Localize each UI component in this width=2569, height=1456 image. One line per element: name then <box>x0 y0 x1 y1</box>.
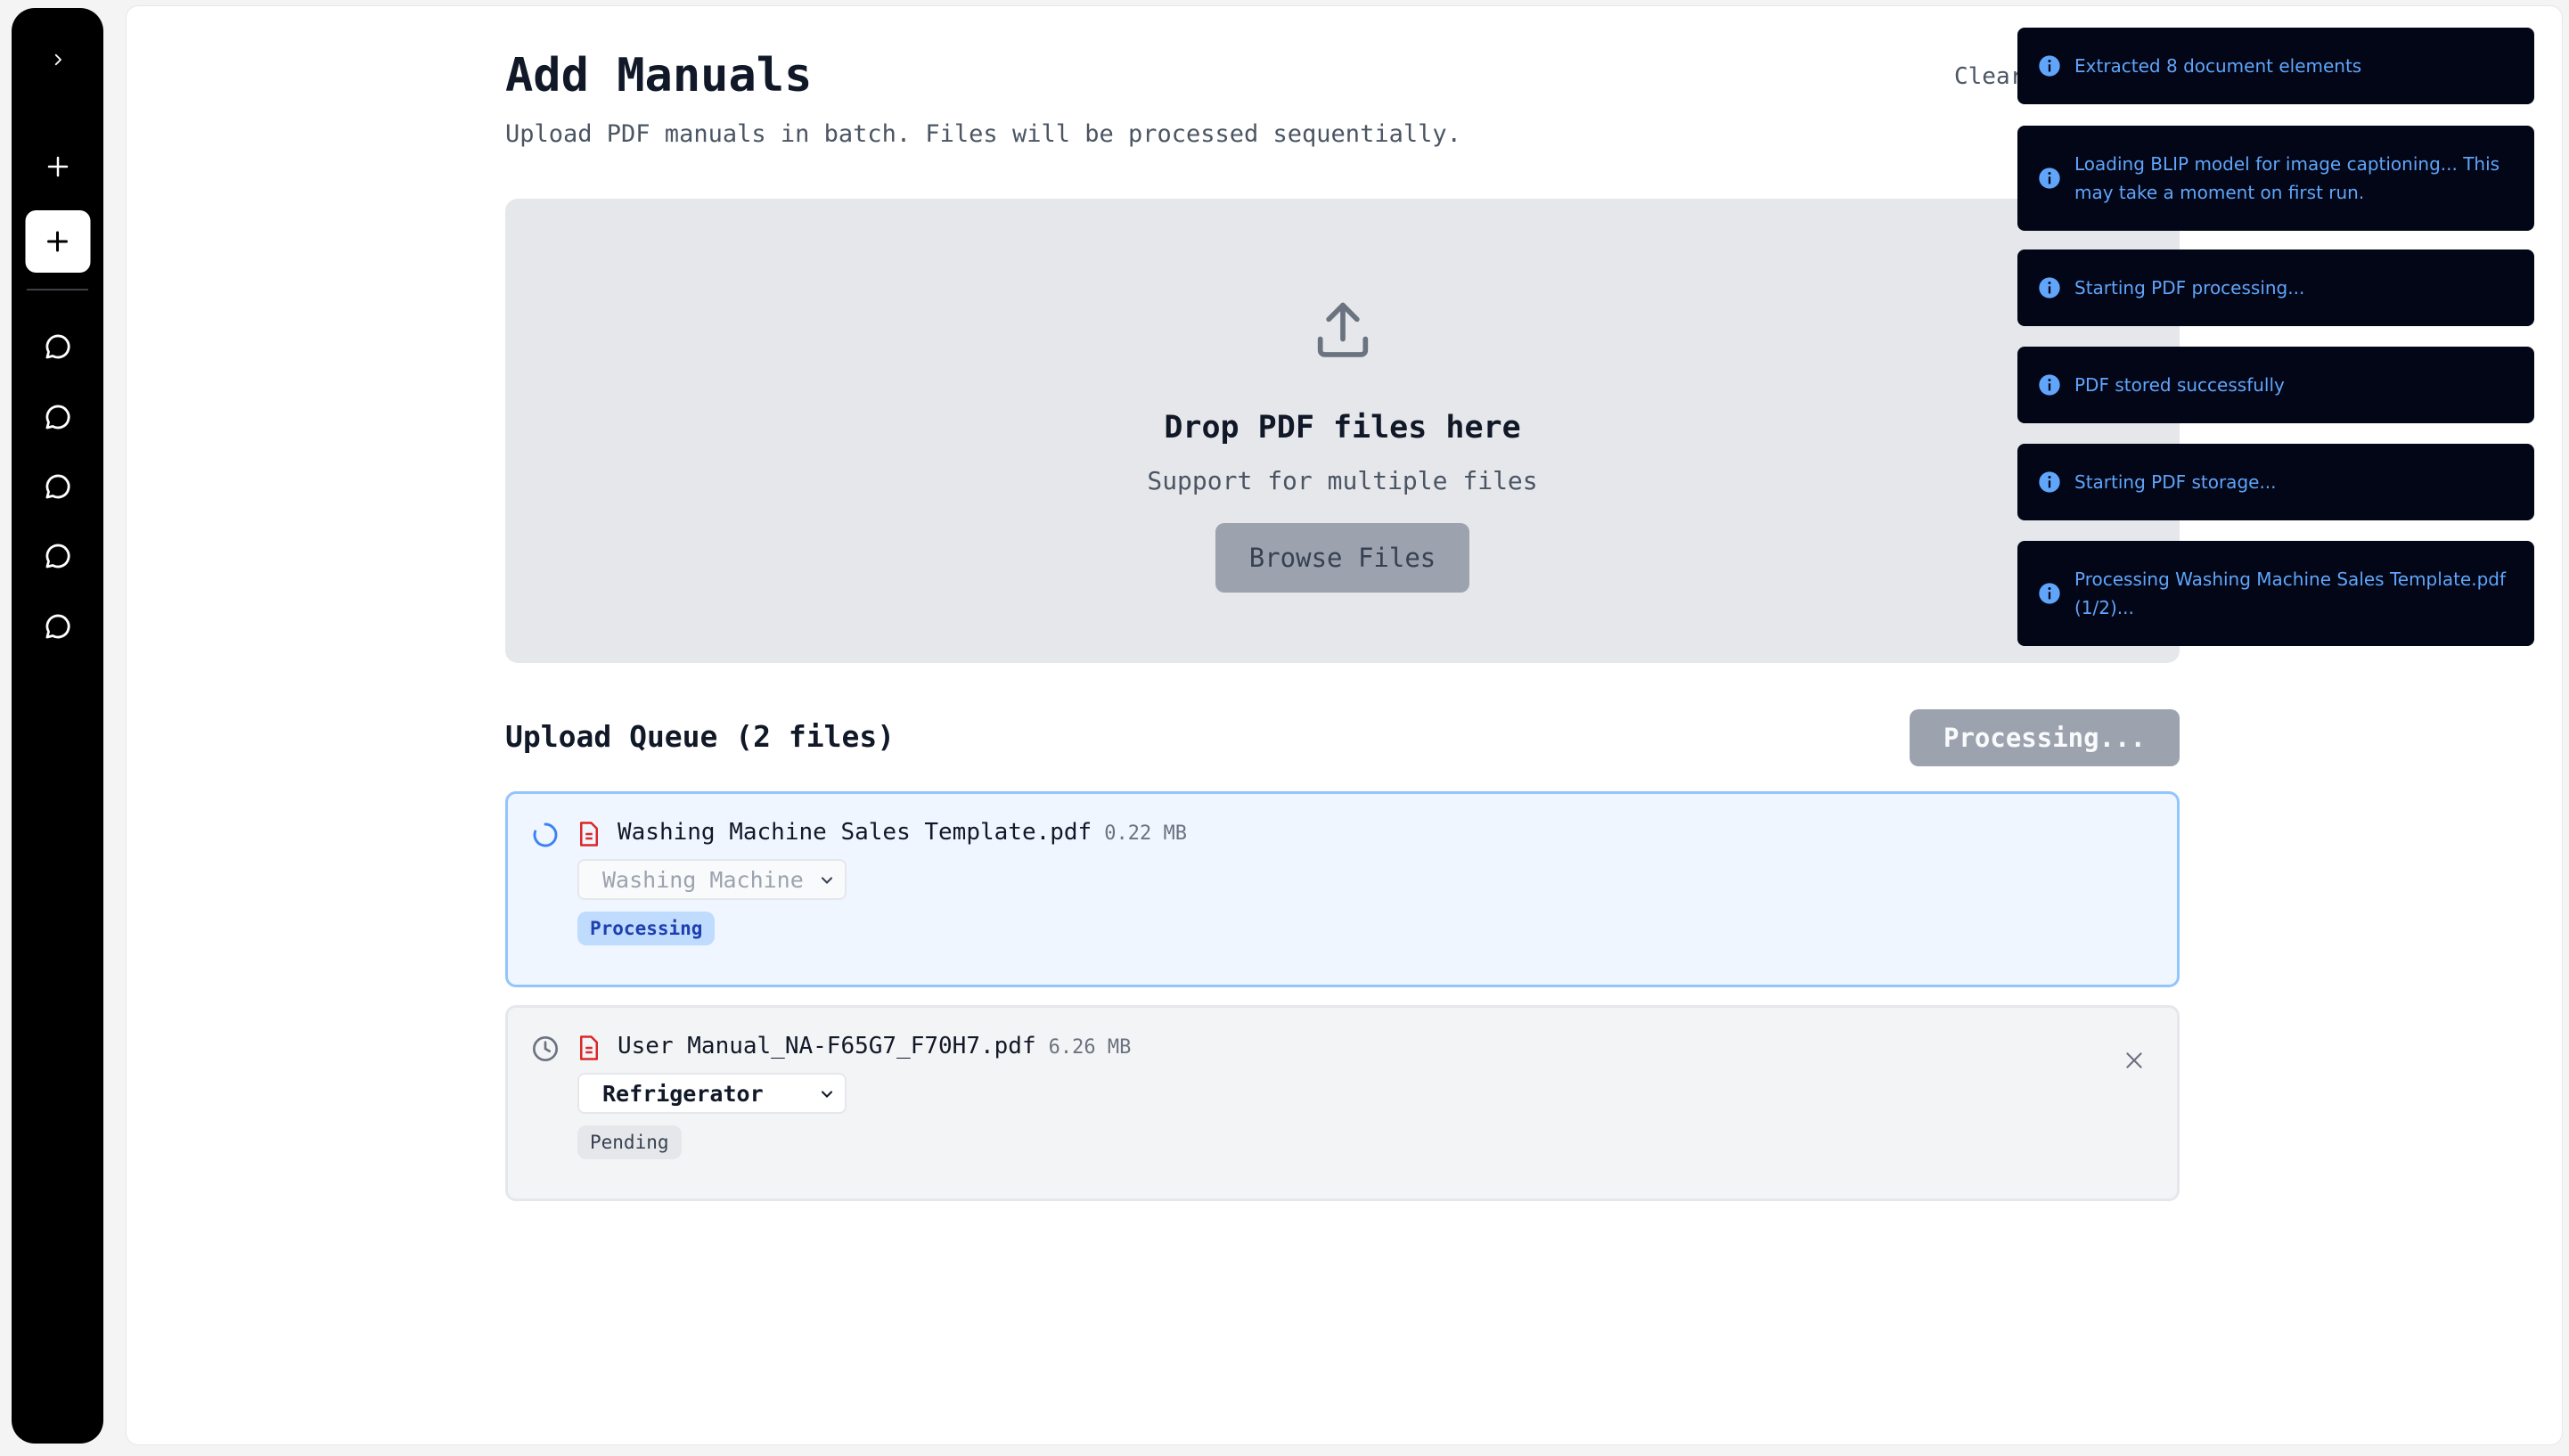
toast-notification: Starting PDF processing... <box>2017 249 2534 326</box>
queue-item: User Manual_NA-F65G7_F70H7.pdf 6.26 MB Re… <box>505 1005 2180 1201</box>
sidebar <box>12 8 103 1444</box>
sidebar-divider <box>27 289 88 290</box>
pdf-file-icon <box>580 1035 598 1060</box>
file-name: Washing Machine Sales Template.pdf 0.22 M… <box>618 819 1187 846</box>
file-dropzone[interactable]: Drop PDF files here Support for multiple… <box>505 199 2180 663</box>
page-subtitle: Upload PDF manuals in batch. Files will … <box>505 120 1461 148</box>
queue-item: Washing Machine Sales Template.pdf 0.22 M… <box>505 791 2180 987</box>
file-name: User Manual_NA-F65G7_F70H7.pdf 6.26 MB <box>618 1033 1131 1059</box>
remove-file-button[interactable] <box>2119 1045 2149 1076</box>
dropzone-subtitle: Support for multiple files <box>1147 466 1538 495</box>
process-button[interactable]: Processing... <box>1910 709 2180 766</box>
info-icon <box>2039 55 2060 77</box>
chat-bubble-icon <box>45 474 70 499</box>
toast-text: Loading BLIP model for image captioning.… <box>2074 153 2500 203</box>
close-icon <box>2126 1052 2142 1068</box>
chevron-down-icon <box>821 877 833 884</box>
chat-bubble-icon <box>45 405 70 429</box>
chat-bubble-icon <box>45 544 70 568</box>
sidebar-chat-item[interactable] <box>38 397 78 437</box>
sidebar-expand-button[interactable] <box>40 42 76 78</box>
spinner-icon <box>533 822 558 847</box>
toast-notification: Processing Washing Machine Sales Templat… <box>2017 541 2534 646</box>
category-value: Refrigerator <box>602 1080 764 1107</box>
page-title: Add Manuals <box>505 49 813 102</box>
sidebar-chat-item[interactable] <box>38 327 78 366</box>
plus-icon <box>47 156 68 177</box>
toast-notification: Starting PDF storage... <box>2017 444 2534 520</box>
info-icon <box>2039 374 2060 396</box>
toast-text: PDF stored successfully <box>2074 374 2285 396</box>
clear-button[interactable]: Clear <box>1954 63 2024 90</box>
toast-text: Processing Washing Machine Sales Templat… <box>2074 568 2507 618</box>
new-chat-button[interactable] <box>25 210 90 273</box>
chat-bubble-icon <box>45 614 70 639</box>
plus-icon <box>47 231 68 252</box>
info-icon <box>2039 277 2060 299</box>
file-name-text: Washing Machine Sales Template.pdf <box>618 819 1092 846</box>
file-name-text: User Manual_NA-F65G7_F70H7.pdf <box>618 1033 1036 1059</box>
toast-text: Starting PDF storage... <box>2074 471 2277 493</box>
sidebar-chat-item[interactable] <box>38 607 78 646</box>
file-size: 0.22 MB <box>1104 822 1187 845</box>
chat-bubble-icon <box>45 334 70 359</box>
category-select[interactable]: Washing Machine <box>577 859 847 900</box>
clock-icon <box>533 1036 558 1061</box>
info-icon <box>2039 471 2060 493</box>
category-value: Washing Machine <box>602 866 804 893</box>
dropzone-title: Drop PDF files here <box>1164 410 1521 446</box>
toast-notification: PDF stored successfully <box>2017 347 2534 423</box>
browse-files-button[interactable]: Browse Files <box>1215 523 1469 593</box>
toast-text: Starting PDF processing... <box>2074 277 2305 299</box>
sidebar-chat-item[interactable] <box>38 536 78 576</box>
toast-notification: Extracted 8 document elements <box>2017 28 2534 104</box>
chevron-right-icon <box>54 53 61 66</box>
chevron-down-icon <box>821 1091 833 1098</box>
info-icon <box>2039 168 2060 189</box>
info-icon <box>2039 583 2060 604</box>
category-select[interactable]: Refrigerator <box>577 1073 847 1114</box>
status-badge: Processing <box>577 912 716 945</box>
toast-text: Extracted 8 document elements <box>2074 55 2362 77</box>
file-size: 6.26 MB <box>1048 1036 1132 1059</box>
status-badge: Pending <box>577 1125 682 1159</box>
sidebar-chat-item[interactable] <box>38 467 78 506</box>
upload-queue-title: Upload Queue (2 files) <box>505 719 896 754</box>
sidebar-new-button[interactable] <box>38 147 78 186</box>
upload-icon <box>1317 302 1368 357</box>
toast-notification: Loading BLIP model for image captioning.… <box>2017 126 2534 231</box>
pdf-file-icon <box>580 822 598 847</box>
